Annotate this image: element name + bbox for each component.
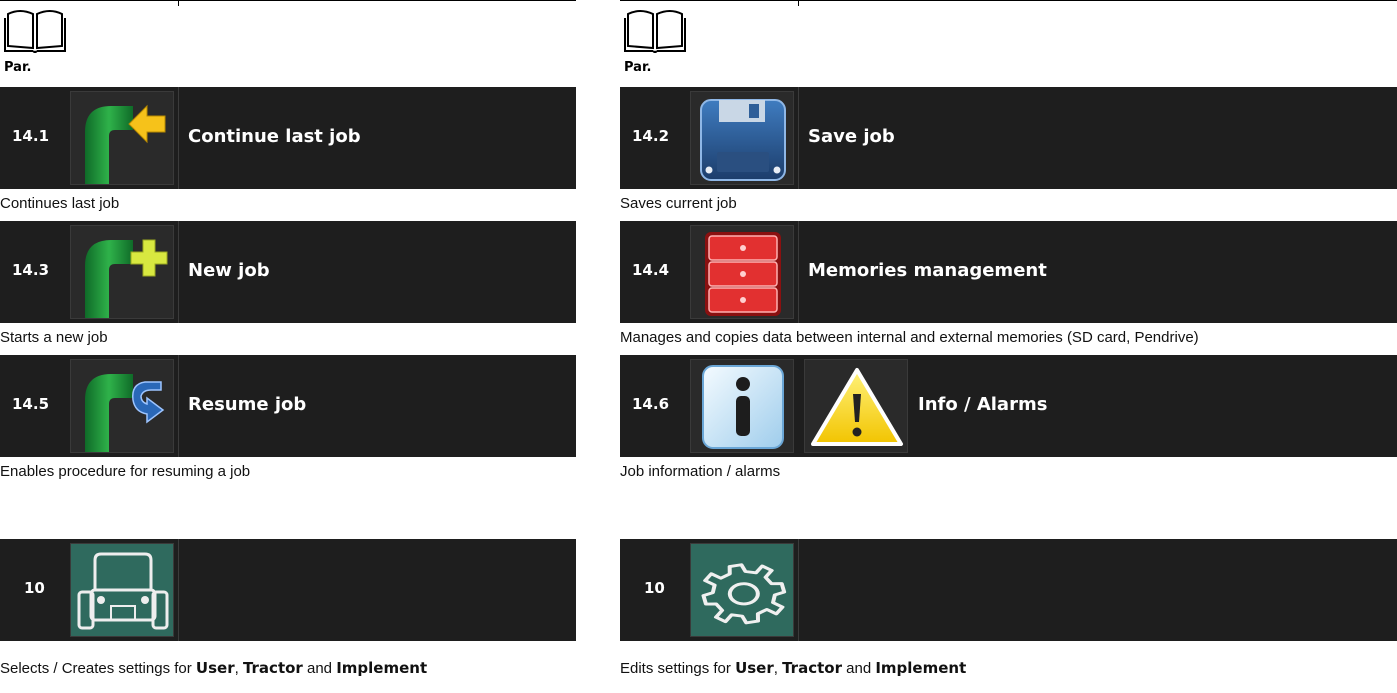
alarm-warning-icon: [804, 359, 908, 453]
left-column: Par. 14.1 Continue last job Continues la…: [0, 0, 576, 693]
row-divider: [178, 87, 179, 189]
description-separator: and: [841, 660, 876, 677]
description-separator: and: [302, 660, 337, 677]
new-job-icon: [70, 225, 174, 319]
description-bold-user: User: [735, 659, 774, 677]
par-number: 14.5: [12, 395, 50, 413]
row-divider: [798, 87, 799, 189]
menu-title: Memories management: [808, 260, 1047, 281]
menu-description: Job information / alarms: [620, 463, 781, 480]
par-number: 14.1: [12, 127, 50, 145]
menu-description: Enables procedure for resuming a job: [0, 463, 251, 480]
memory-drawers-icon: [690, 225, 794, 319]
top-rule: [620, 0, 1397, 1]
gear-icon: [690, 543, 794, 637]
description-bold-user: User: [195, 659, 235, 677]
menu-description: Starts a new job: [0, 329, 108, 346]
menu-description: Manages and copies data between internal…: [620, 329, 1199, 346]
par-number: 14.3: [12, 261, 50, 279]
top-rule-tick: [798, 0, 799, 6]
row-divider: [798, 221, 799, 323]
description-separator: ,: [773, 660, 783, 677]
book-icon: [624, 6, 686, 54]
menu-description: Saves current job: [620, 195, 737, 212]
menu-row-tractor-settings[interactable]: 10: [0, 539, 576, 641]
menu-row-save-job[interactable]: 14.2 Save job: [620, 87, 1397, 189]
menu-title: New job: [188, 260, 270, 281]
par-number: 14.4: [632, 261, 670, 279]
menu-title: Resume job: [188, 394, 307, 415]
floppy-disk-icon: [690, 91, 794, 185]
info-icon: [690, 359, 794, 453]
continue-job-icon: [70, 91, 174, 185]
menu-row-memories-management[interactable]: 14.4 Memories management: [620, 221, 1397, 323]
menu-description: Edits settings for User, Tractor and Imp…: [620, 653, 966, 683]
menu-row-info-alarms[interactable]: 14.6 Info / Alarms: [620, 355, 1397, 457]
top-rule: [0, 0, 576, 1]
top-rule-tick: [178, 0, 179, 6]
menu-row-edit-settings[interactable]: 10: [620, 539, 1397, 641]
menu-title: Continue last job: [188, 126, 361, 147]
menu-description: Continues last job: [0, 195, 120, 212]
description-bold-implement: Implement: [336, 659, 428, 677]
menu-row-resume-job[interactable]: 14.5 Resume job: [0, 355, 576, 457]
menu-row-new-job[interactable]: 14.3 New job: [0, 221, 576, 323]
row-divider: [178, 221, 179, 323]
description-bold-implement: Implement: [875, 659, 967, 677]
par-label: Par.: [4, 60, 32, 75]
tractor-icon: [70, 543, 174, 637]
row-divider: [798, 539, 799, 641]
book-icon: [4, 6, 66, 54]
menu-title: Info / Alarms: [918, 394, 1048, 415]
description-text: Edits settings for: [620, 660, 736, 677]
row-divider: [178, 355, 179, 457]
description-bold-tractor: Tractor: [782, 659, 842, 677]
menu-description: Selects / Creates settings for User, Tra…: [0, 653, 427, 683]
row-divider: [178, 539, 179, 641]
right-column: Par. 14.2 Save job Saves current job 14.…: [620, 0, 1397, 693]
par-label: Par.: [624, 60, 652, 75]
menu-row-continue-last-job[interactable]: 14.1 Continue last job: [0, 87, 576, 189]
resume-job-icon: [70, 359, 174, 453]
description-text: Selects / Creates settings for: [0, 660, 196, 677]
menu-title: Save job: [808, 126, 895, 147]
par-number: 14.2: [632, 127, 670, 145]
par-number: 14.6: [632, 395, 670, 413]
description-bold-tractor: Tractor: [242, 659, 303, 677]
description-separator: ,: [234, 660, 243, 677]
